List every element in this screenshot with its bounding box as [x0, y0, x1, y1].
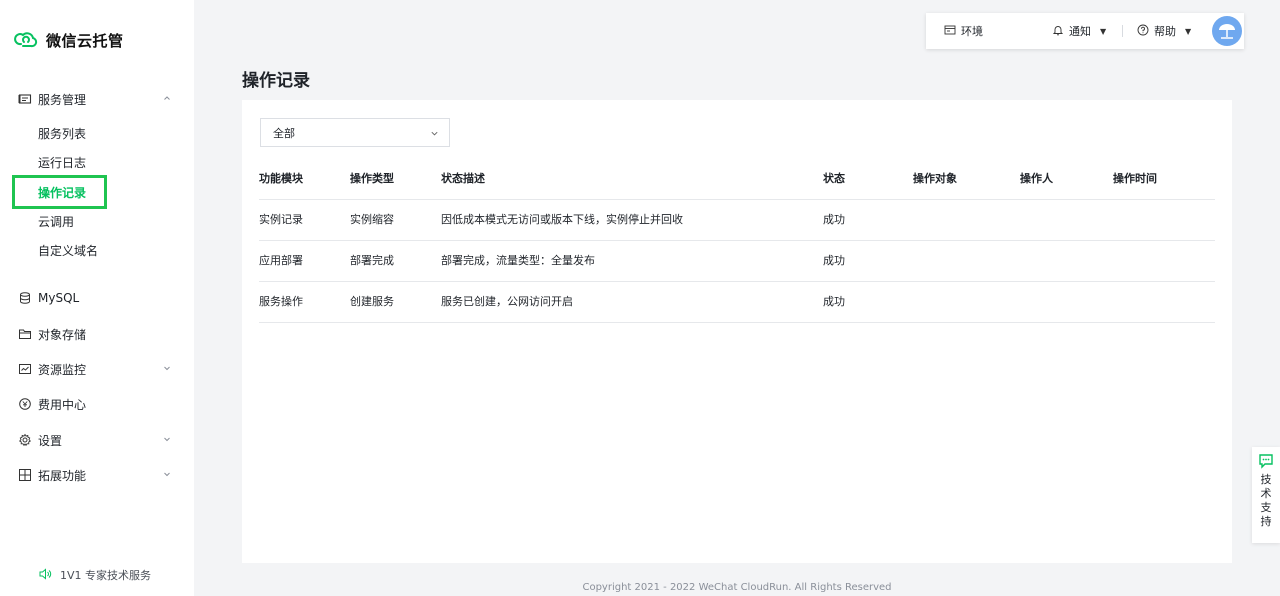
nav-label: 设置 — [38, 433, 63, 448]
top-toolbar: 环境 通知 ▼ 帮助 ▼ — [926, 13, 1244, 49]
column-header: 操作类型 — [350, 172, 394, 185]
records-card: 全部 功能模块 操作类型 状态描述 状态 操作对象 操作人 操作时间 实例记录 … — [242, 100, 1232, 563]
table-row: 应用部署 部署完成 部署完成，流量类型：全量发布 成功 — [259, 241, 1215, 282]
column-header: 状态描述 — [441, 172, 485, 185]
nav-object-storage[interactable]: 对象存储 — [0, 322, 194, 346]
notifications-menu[interactable]: 通知 ▼ — [1052, 13, 1106, 49]
sidebar-item-operation-records[interactable]: 操作记录 — [38, 183, 86, 203]
cell-module: 实例记录 — [259, 213, 303, 226]
chevron-down-icon — [430, 129, 439, 138]
chevron-up-icon — [162, 93, 172, 103]
cell-module: 应用部署 — [259, 254, 303, 267]
env-label: 环境 — [961, 25, 983, 38]
page-title: 操作记录 — [242, 71, 310, 91]
nav-mysql[interactable]: MySQL — [0, 286, 194, 310]
nav-billing-center[interactable]: 费用中心 — [0, 392, 194, 416]
cell-type: 部署完成 — [350, 254, 394, 267]
tech-support-button[interactable]: 技术支持 — [1252, 447, 1280, 543]
nav-label: 服务管理 — [38, 92, 87, 107]
sidebar-item-runtime-logs[interactable]: 运行日志 — [38, 153, 86, 173]
sidebar-item-service-list[interactable]: 服务列表 — [38, 124, 86, 144]
env-switcher[interactable]: 环境 — [944, 13, 983, 49]
column-header: 状态 — [823, 172, 845, 185]
table-header: 功能模块 操作类型 状态描述 状态 操作对象 操作人 操作时间 — [259, 159, 1215, 200]
table-row: 服务操作 创建服务 服务已创建，公网访问开启 成功 — [259, 282, 1215, 323]
cell-status: 成功 — [823, 213, 845, 226]
help-menu[interactable]: 帮助 ▼ — [1137, 13, 1191, 49]
filter-select[interactable]: 全部 — [260, 118, 450, 147]
column-header: 操作对象 — [913, 172, 957, 185]
cell-status: 成功 — [823, 295, 845, 308]
chat-icon — [1259, 454, 1273, 469]
speaker-icon — [38, 567, 52, 584]
nav-resource-monitor[interactable]: 资源监控 — [0, 357, 194, 381]
bell-icon — [1052, 24, 1064, 39]
chevron-down-icon — [162, 363, 172, 373]
chevron-down-icon — [162, 469, 172, 479]
app-title: 微信云托管 — [46, 31, 124, 50]
filter-selected-value: 全部 — [273, 126, 295, 140]
database-icon — [18, 291, 32, 305]
expert-service-label: 1V1 专家技术服务 — [60, 569, 152, 582]
cell-desc: 因低成本模式无访问或版本下线，实例停止并回收 — [441, 213, 683, 226]
env-icon — [944, 24, 956, 39]
nav-label: 费用中心 — [38, 397, 87, 412]
nav-label: 对象存储 — [38, 327, 87, 342]
cell-desc: 部署完成，流量类型：全量发布 — [441, 254, 595, 267]
nav-label: MySQL — [38, 291, 80, 305]
cell-module: 服务操作 — [259, 295, 303, 308]
notify-label: 通知 — [1069, 25, 1091, 38]
help-icon — [1137, 24, 1149, 39]
cell-type: 实例缩容 — [350, 213, 394, 226]
sidebar: 微信云托管 服务管理 服务列表 运行日志 操作记录 云调用 自定义域名 MySQ… — [0, 0, 194, 596]
wechat-cloud-logo-icon — [14, 30, 38, 50]
gear-icon — [18, 433, 32, 447]
column-header: 操作人 — [1020, 172, 1053, 185]
records-table: 功能模块 操作类型 状态描述 状态 操作对象 操作人 操作时间 实例记录 实例缩… — [259, 159, 1215, 323]
yen-icon — [18, 397, 32, 411]
extension-icon — [18, 468, 32, 482]
nav-label: 资源监控 — [38, 362, 87, 377]
tech-support-label: 技术支持 — [1260, 473, 1272, 528]
sidebar-item-cloud-call[interactable]: 云调用 — [38, 212, 74, 232]
cell-type: 创建服务 — [350, 295, 394, 308]
caret-down-icon: ▼ — [1100, 26, 1107, 36]
sidebar-item-custom-domain[interactable]: 自定义域名 — [38, 241, 98, 261]
copyright-footer: Copyright 2021 - 2022 WeChat CloudRun. A… — [0, 582, 1280, 593]
cell-desc: 服务已创建，公网访问开启 — [441, 295, 573, 308]
monitor-icon — [18, 362, 32, 376]
divider — [1122, 25, 1123, 37]
app-logo[interactable]: 微信云托管 — [14, 30, 124, 50]
nav-label: 拓展功能 — [38, 468, 87, 483]
column-header: 操作时间 — [1113, 172, 1157, 185]
service-icon — [18, 92, 32, 106]
caret-down-icon: ▼ — [1185, 26, 1192, 36]
avatar[interactable] — [1212, 16, 1242, 46]
help-label: 帮助 — [1154, 25, 1176, 38]
nav-service-management[interactable]: 服务管理 — [0, 87, 194, 111]
nav-extensions[interactable]: 拓展功能 — [0, 463, 194, 487]
table-row: 实例记录 实例缩容 因低成本模式无访问或版本下线，实例停止并回收 成功 — [259, 200, 1215, 241]
copyright-text: Copyright 2021 - 2022 WeChat CloudRun. A… — [582, 582, 892, 593]
chevron-down-icon — [162, 434, 172, 444]
umbrella-icon — [1219, 24, 1235, 39]
cell-status: 成功 — [823, 254, 845, 267]
column-header: 功能模块 — [259, 172, 303, 185]
nav-settings[interactable]: 设置 — [0, 428, 194, 452]
folder-icon — [18, 327, 32, 341]
